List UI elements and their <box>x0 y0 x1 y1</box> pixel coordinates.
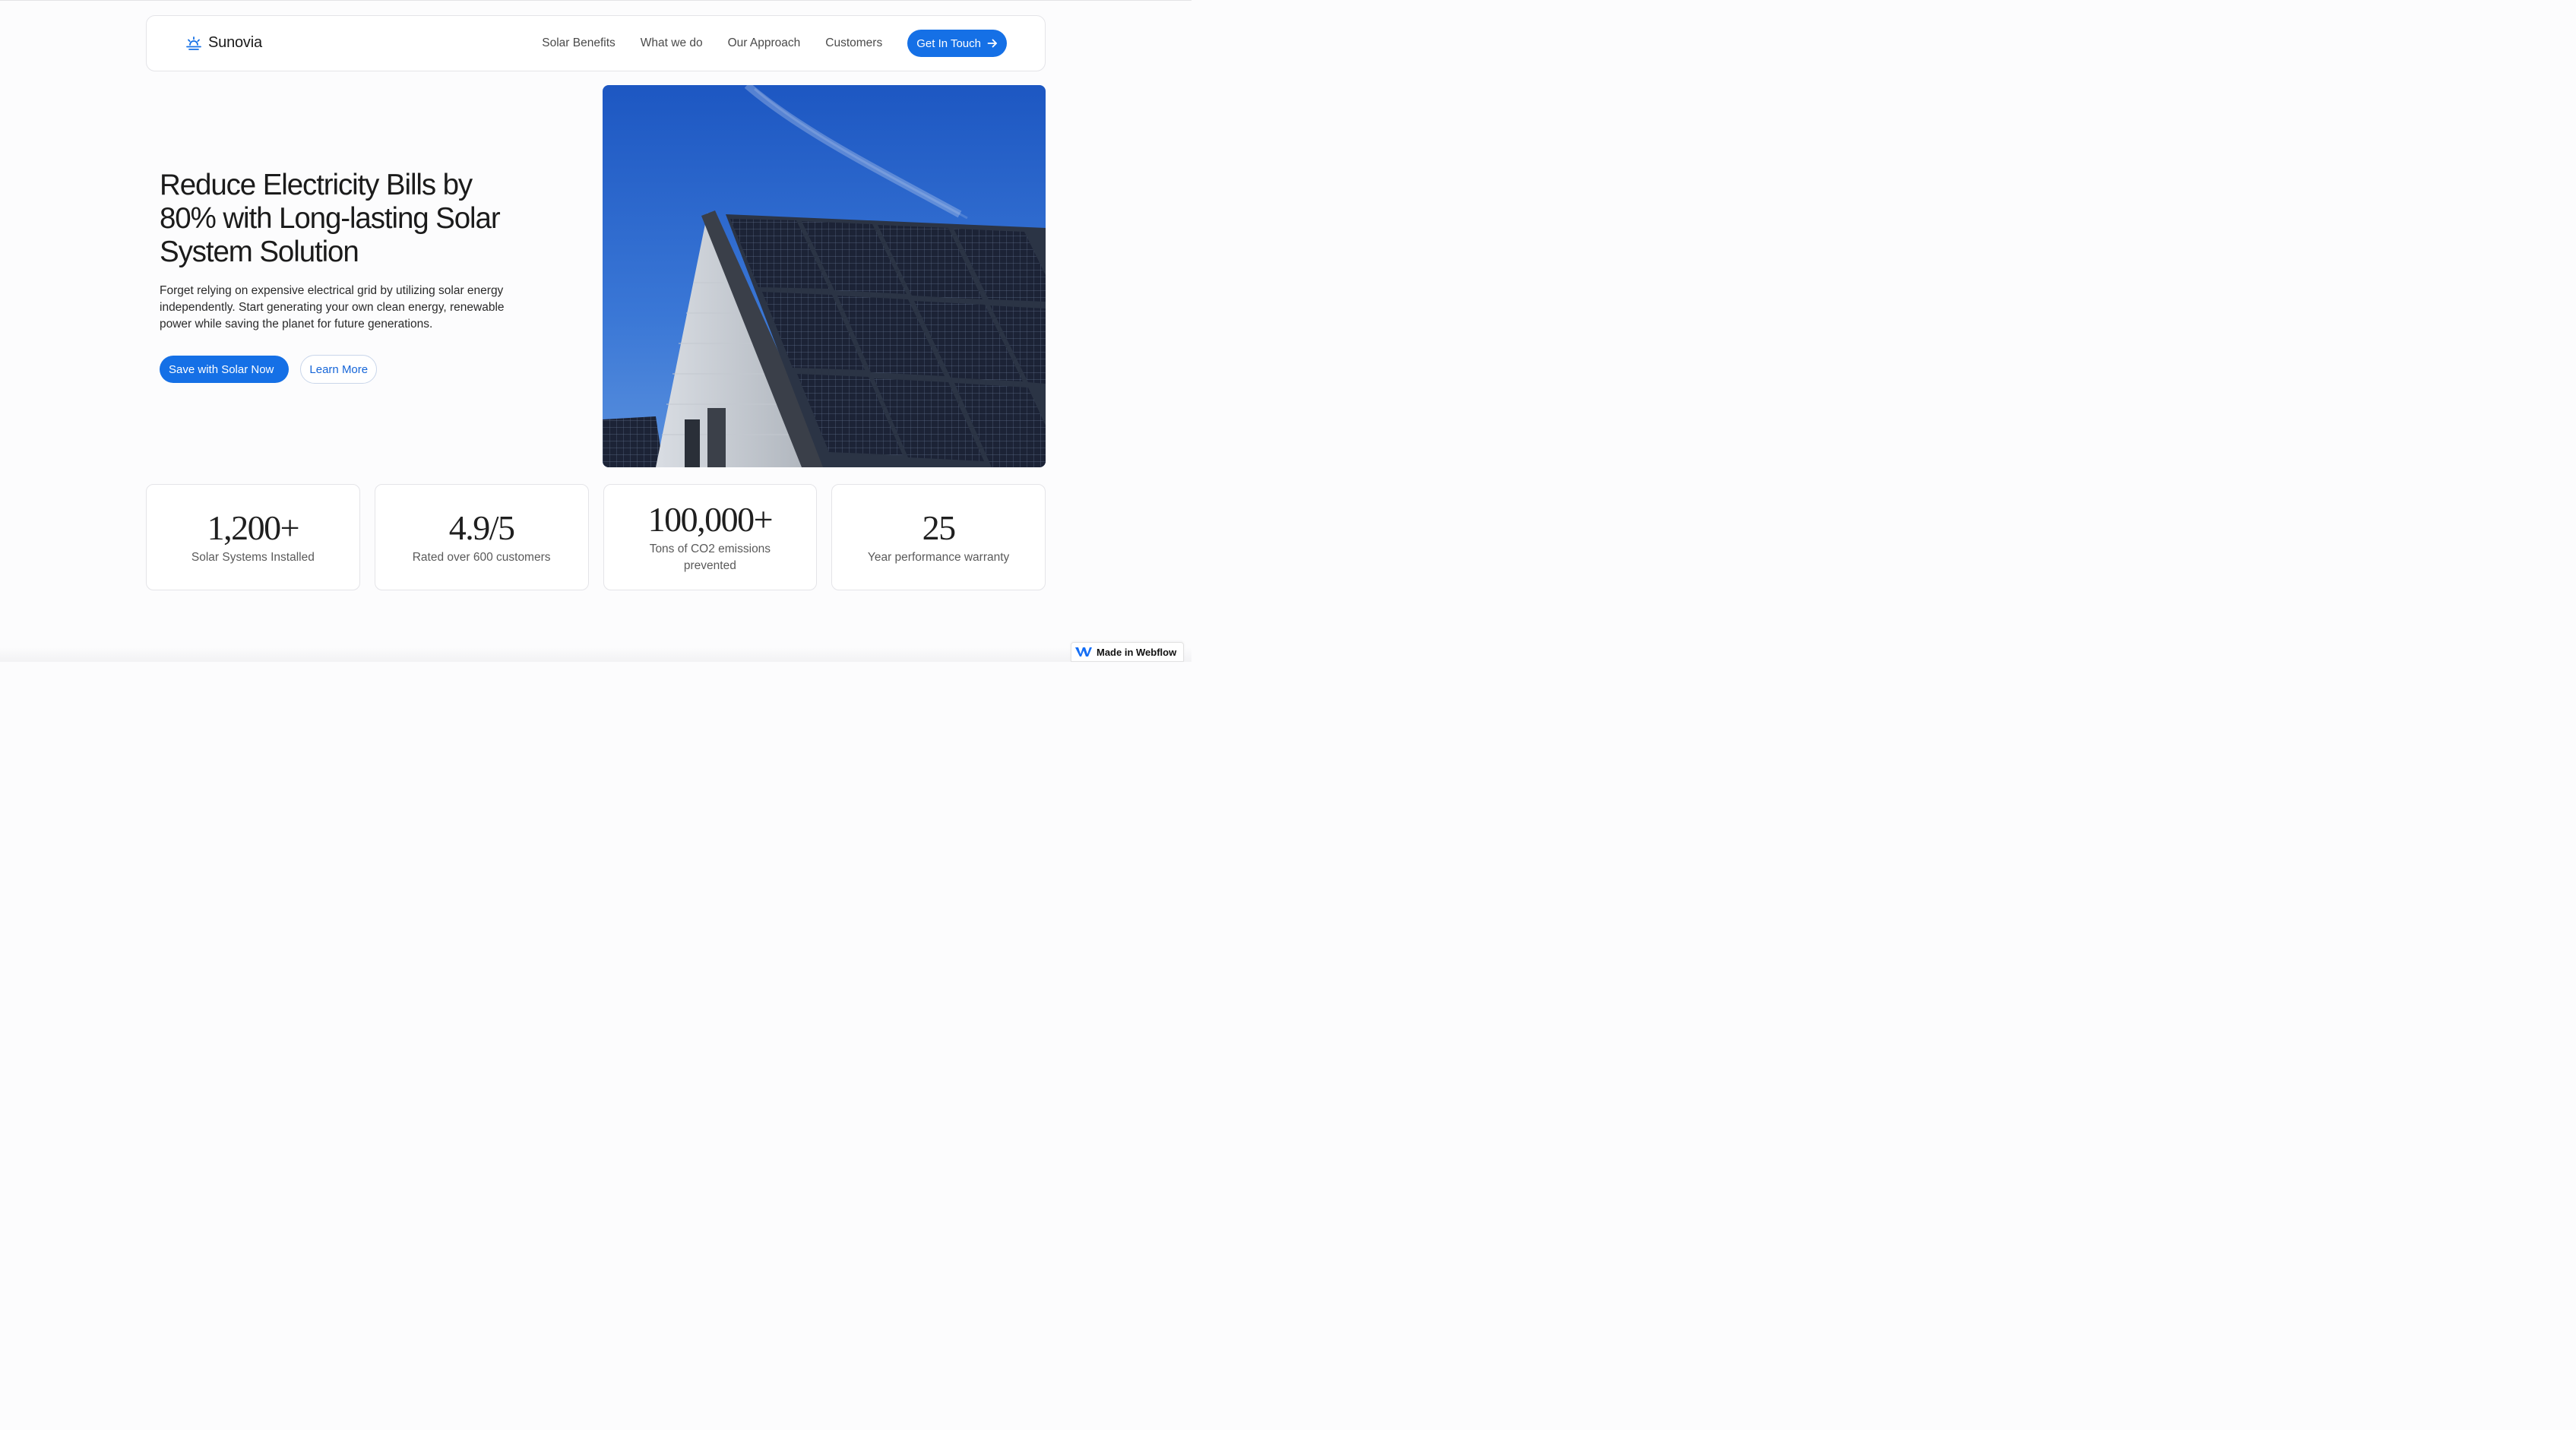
nav-link-solar-benefits[interactable]: Solar Benefits <box>542 36 616 50</box>
stats-row: 1,200+ Solar Systems Installed 4.9/5 Rat… <box>146 484 1046 590</box>
logo[interactable]: Sunovia <box>185 34 262 52</box>
learn-more-button[interactable]: Learn More <box>300 355 378 384</box>
nav-link-our-approach[interactable]: Our Approach <box>728 36 801 50</box>
badge-label: Made in Webflow <box>1097 646 1177 658</box>
solar-roof-illustration <box>603 85 1046 467</box>
stat-card: 100,000+ Tons of CO2 emissions prevented <box>603 484 818 590</box>
arrow-right-icon <box>987 39 997 48</box>
stat-label: Tons of CO2 emissions prevented <box>649 543 771 572</box>
made-in-webflow-badge[interactable]: Made in Webflow <box>1071 642 1184 662</box>
stat-card: 25 Year performance warranty <box>831 484 1046 590</box>
stat-card: 1,200+ Solar Systems Installed <box>146 484 360 590</box>
nav-links: Solar Benefits What we do Our Approach C… <box>542 30 1007 57</box>
hero-buttons: Save with Solar Now Learn More <box>160 355 509 384</box>
top-divider <box>0 0 1191 1</box>
stat-label: Year performance warranty <box>867 551 1010 564</box>
nav-link-what-we-do[interactable]: What we do <box>641 36 703 50</box>
bottom-fade <box>0 647 1191 662</box>
get-in-touch-button[interactable]: Get In Touch <box>907 30 1007 57</box>
stat-value: 4.9/5 <box>448 508 515 547</box>
stat-value: 25 <box>922 508 957 547</box>
get-in-touch-label: Get In Touch <box>916 36 981 50</box>
hero-headline: Reduce Electricity Bills by 80% with Lon… <box>160 169 501 268</box>
navbar: Sunovia Solar Benefits What we do Our Ap… <box>146 15 1046 71</box>
stat-value: 100,000+ <box>647 500 774 539</box>
nav-link-customers[interactable]: Customers <box>825 36 882 50</box>
stat-label: Solar Systems Installed <box>191 551 315 564</box>
webflow-logo-icon <box>1075 647 1092 656</box>
hero-text: Reduce Electricity Bills by 80% with Lon… <box>160 169 509 384</box>
stat-value: 1,200+ <box>207 508 300 547</box>
stat-label: Rated over 600 customers <box>412 551 551 564</box>
logo-text: Sunovia <box>208 34 262 51</box>
stat-card: 4.9/5 Rated over 600 customers <box>374 484 589 590</box>
sunrise-icon <box>186 36 201 50</box>
hero-subtext: Forget relying on expensive electrical g… <box>160 284 505 331</box>
save-with-solar-button[interactable]: Save with Solar Now <box>160 356 290 383</box>
hero-image <box>603 85 1046 467</box>
